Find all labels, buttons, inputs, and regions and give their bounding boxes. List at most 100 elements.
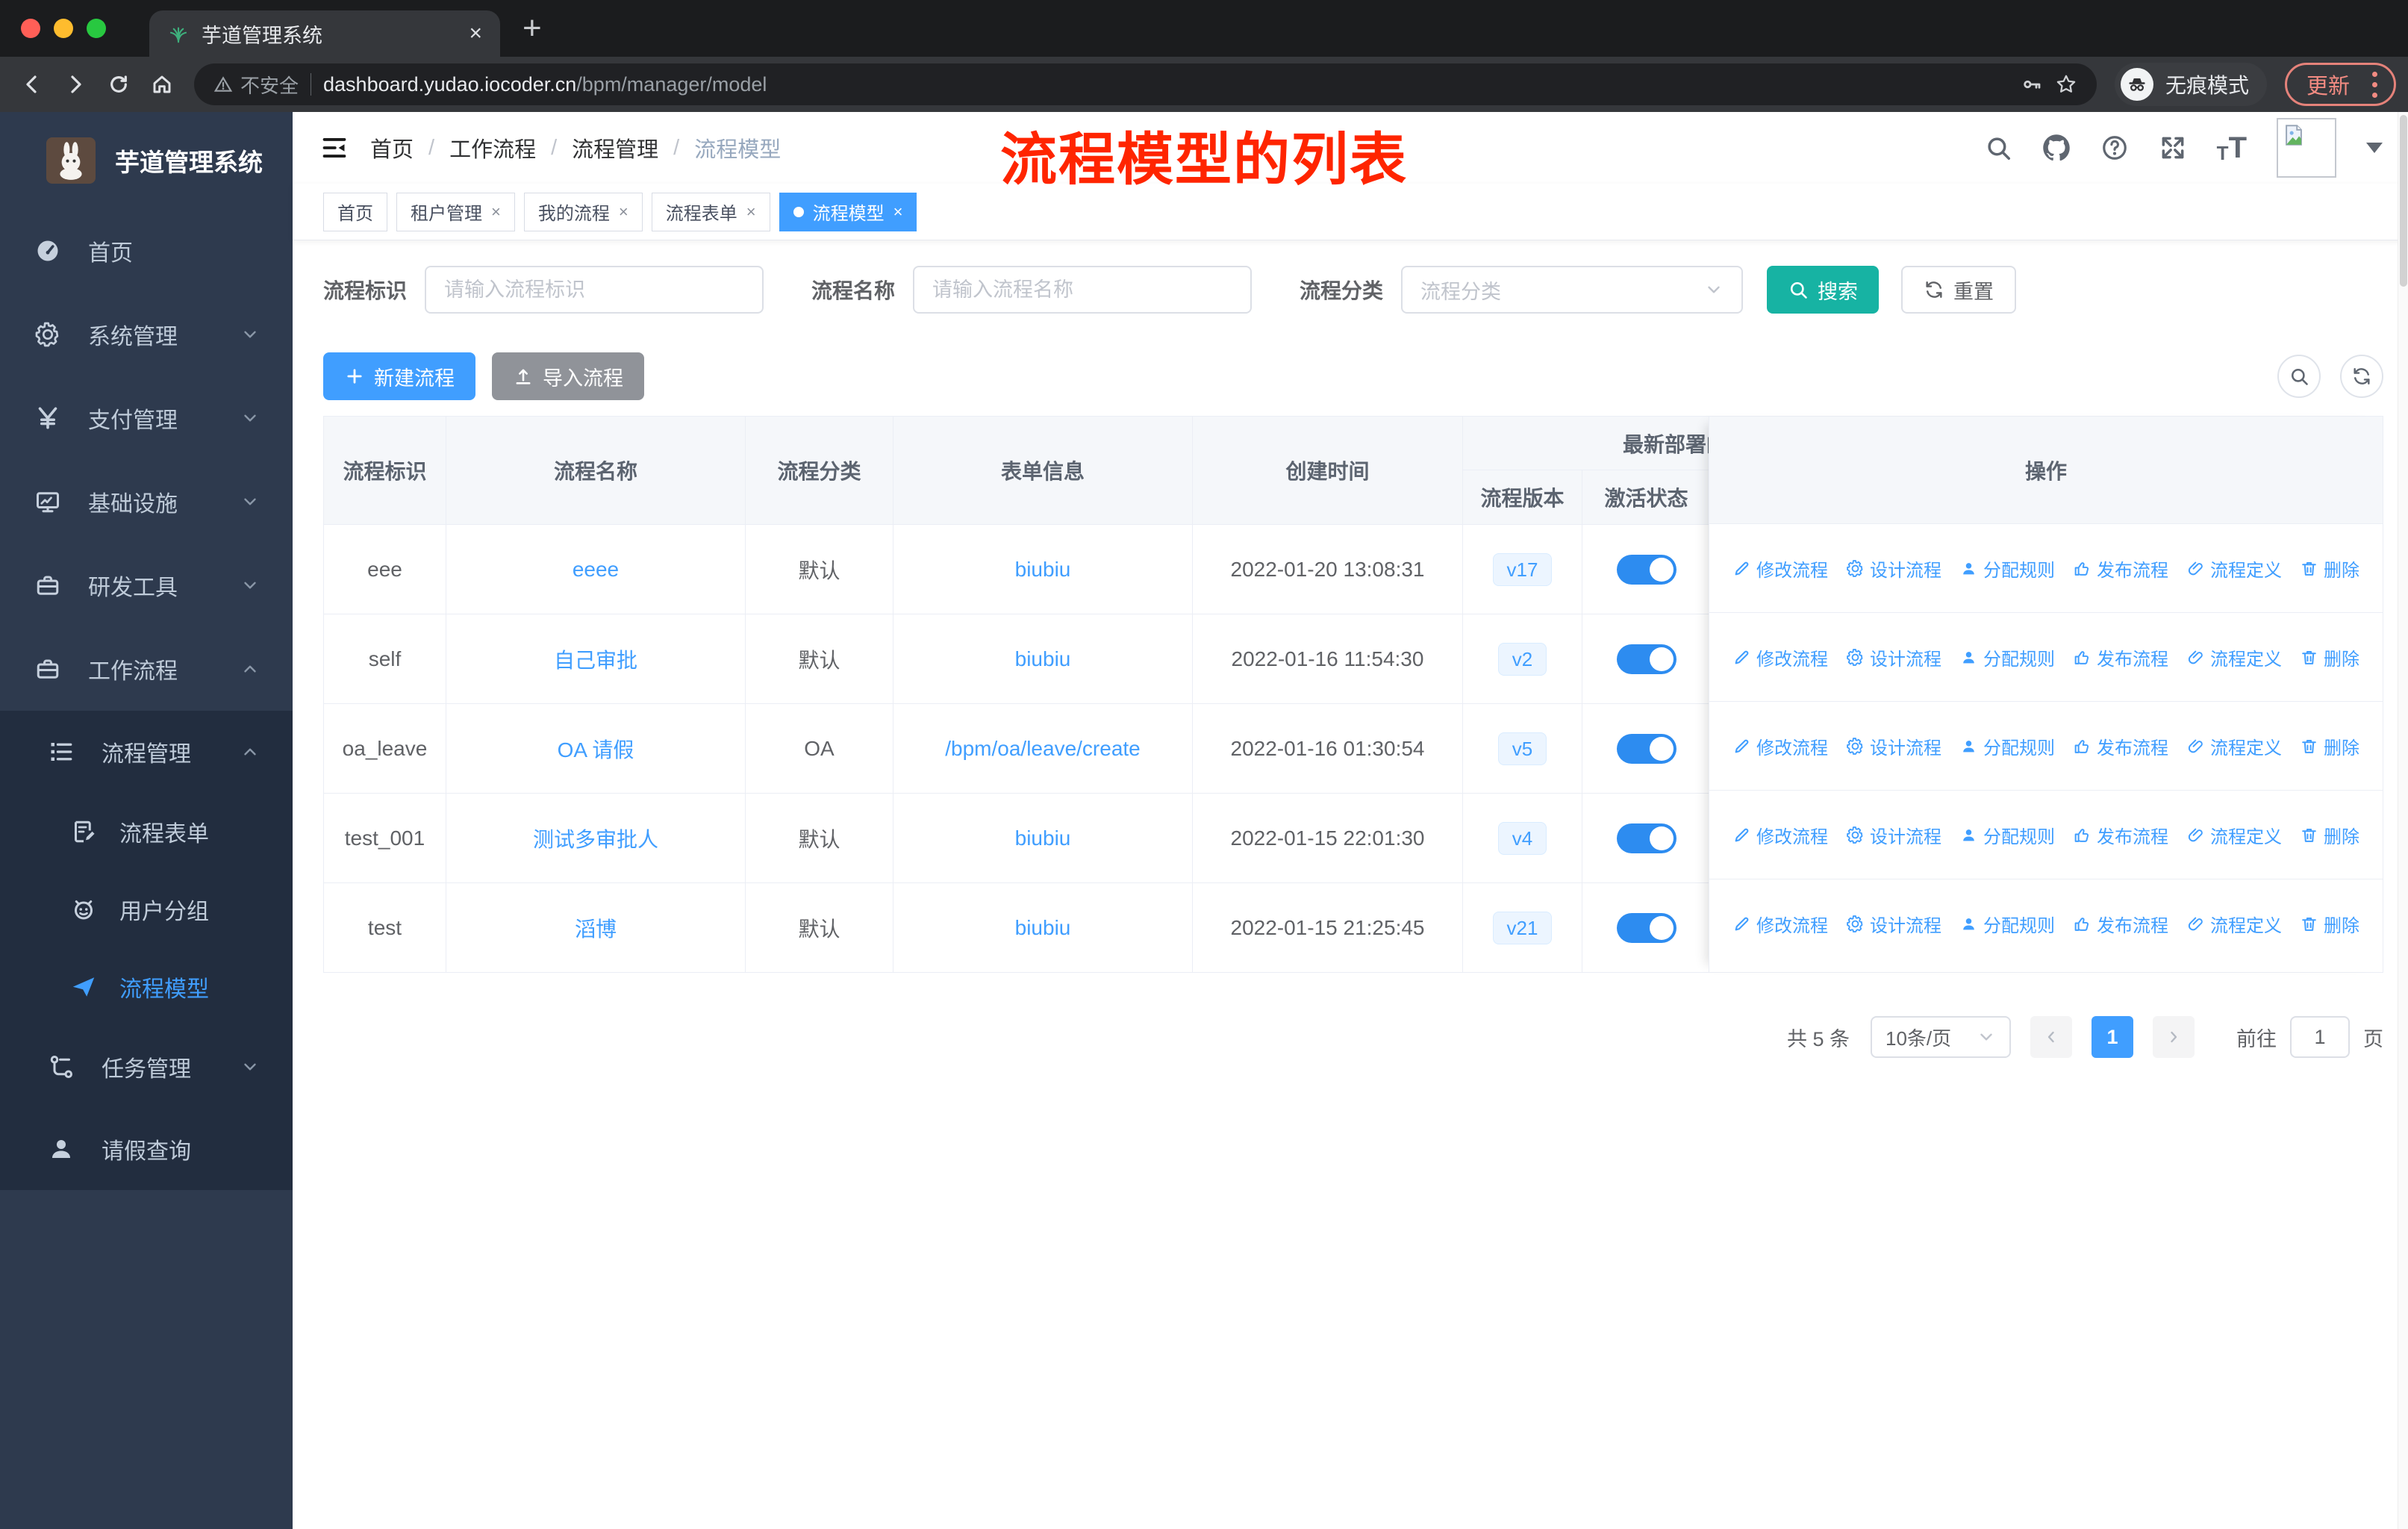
sidebar-item-user-group[interactable]: 用户分组 <box>0 871 293 948</box>
sidebar-item-system[interactable]: 系统管理 <box>0 293 293 376</box>
search-button[interactable]: 搜索 <box>1767 266 1880 314</box>
goto-page-input[interactable] <box>2290 1016 2350 1058</box>
close-icon[interactable]: × <box>893 203 903 220</box>
sidebar-collapse-icon[interactable] <box>312 125 357 170</box>
delete-link[interactable]: 删除 <box>2300 644 2359 670</box>
assign-rule-link[interactable]: 分配规则 <box>1959 644 2055 670</box>
assign-rule-link[interactable]: 分配规则 <box>1959 911 2055 937</box>
page-number-1[interactable]: 1 <box>2092 1016 2133 1058</box>
reset-button[interactable]: 重置 <box>1901 266 2017 314</box>
sidebar-item-devtools[interactable]: 研发工具 <box>0 544 293 627</box>
design-process-link[interactable]: 设计流程 <box>1846 644 1941 670</box>
edit-process-link[interactable]: 修改流程 <box>1732 911 1828 937</box>
assign-rule-link[interactable]: 分配规则 <box>1959 555 2055 582</box>
password-key-icon[interactable] <box>2021 73 2043 96</box>
sidebar-item-process-mgmt[interactable]: 流程管理 <box>0 711 293 793</box>
tag-tenant[interactable]: 租户管理 × <box>396 192 515 231</box>
page-size-select[interactable]: 10条/页 <box>1871 1016 2011 1058</box>
publish-process-link[interactable]: 发布流程 <box>2073 911 2168 937</box>
close-icon[interactable]: × <box>491 203 501 220</box>
breadcrumb-process-mgmt[interactable]: 流程管理 <box>572 132 658 164</box>
tag-process-model[interactable]: 流程模型 × <box>779 192 917 231</box>
page-scrollbar[interactable] <box>2398 112 2408 1529</box>
active-toggle[interactable] <box>1616 733 1676 764</box>
sidebar-item-task-mgmt[interactable]: 任务管理 <box>0 1026 293 1108</box>
form-info-link[interactable]: biubiu <box>1015 558 1071 582</box>
process-name-link[interactable]: OA 请假 <box>558 734 634 764</box>
close-icon[interactable]: × <box>619 203 628 220</box>
active-toggle[interactable] <box>1616 823 1676 853</box>
sidebar-item-home[interactable]: 首页 <box>0 209 293 293</box>
design-process-link[interactable]: 设计流程 <box>1846 733 1941 759</box>
close-icon[interactable]: × <box>746 203 756 220</box>
active-toggle[interactable] <box>1616 644 1676 674</box>
home-button[interactable] <box>142 64 182 105</box>
category-select[interactable]: 流程分类 <box>1401 266 1744 314</box>
bookmark-star-icon[interactable] <box>2055 73 2077 96</box>
edit-process-link[interactable]: 修改流程 <box>1732 733 1828 759</box>
forward-button[interactable] <box>55 64 96 105</box>
next-page-button[interactable] <box>2153 1016 2195 1058</box>
maximize-window-button[interactable] <box>87 19 106 38</box>
tab-close-icon[interactable]: × <box>469 22 482 45</box>
process-name-link[interactable]: 自己审批 <box>554 644 637 674</box>
sidebar-item-payment[interactable]: 支付管理 <box>0 376 293 460</box>
active-toggle[interactable] <box>1616 912 1676 943</box>
process-key-input[interactable] <box>425 266 764 314</box>
edit-process-link[interactable]: 修改流程 <box>1732 822 1828 848</box>
publish-process-link[interactable]: 发布流程 <box>2073 555 2168 582</box>
sidebar-item-leave-query[interactable]: 请假查询 <box>0 1108 293 1190</box>
refresh-table-button[interactable] <box>2340 355 2383 398</box>
app-logo-row[interactable]: 芋道管理系统 <box>0 112 293 209</box>
search-icon[interactable] <box>1984 134 2012 162</box>
edit-process-link[interactable]: 修改流程 <box>1732 555 1828 582</box>
active-toggle[interactable] <box>1616 554 1676 585</box>
delete-link[interactable]: 删除 <box>2300 822 2359 848</box>
address-bar[interactable]: 不安全 dashboard.yudao.iocoder.cn/bpm/manag… <box>194 63 2097 105</box>
browser-update-button[interactable]: 更新 <box>2284 63 2396 106</box>
scrollbar-thumb[interactable] <box>2400 115 2407 287</box>
process-definition-link[interactable]: 流程定义 <box>2186 555 2282 582</box>
publish-process-link[interactable]: 发布流程 <box>2073 822 2168 848</box>
new-tab-button[interactable]: + <box>523 12 542 45</box>
back-button[interactable] <box>12 64 52 105</box>
security-warning[interactable]: 不安全 <box>213 71 299 99</box>
publish-process-link[interactable]: 发布流程 <box>2073 644 2168 670</box>
form-info-link[interactable]: biubiu <box>1015 647 1071 671</box>
reload-button[interactable] <box>99 64 139 105</box>
form-info-link[interactable]: biubiu <box>1015 916 1071 940</box>
sidebar-item-infra[interactable]: 基础设施 <box>0 460 293 544</box>
process-definition-link[interactable]: 流程定义 <box>2186 911 2282 937</box>
breadcrumb-home[interactable]: 首页 <box>370 132 414 164</box>
process-definition-link[interactable]: 流程定义 <box>2186 644 2282 670</box>
delete-link[interactable]: 删除 <box>2300 911 2359 937</box>
design-process-link[interactable]: 设计流程 <box>1846 555 1941 582</box>
import-process-button[interactable]: 导入流程 <box>492 352 644 400</box>
sidebar-item-process-model[interactable]: 流程模型 <box>0 948 293 1026</box>
minimize-window-button[interactable] <box>54 19 73 38</box>
browser-menu-icon[interactable] <box>2366 71 2383 98</box>
delete-link[interactable]: 删除 <box>2300 733 2359 759</box>
edit-process-link[interactable]: 修改流程 <box>1732 644 1828 670</box>
sidebar-item-process-form[interactable]: 流程表单 <box>0 793 293 871</box>
tag-process-form[interactable]: 流程表单 × <box>651 192 770 231</box>
avatar-caret-icon[interactable] <box>2366 143 2383 153</box>
create-process-button[interactable]: 新建流程 <box>323 352 475 400</box>
breadcrumb-workflow[interactable]: 工作流程 <box>449 132 536 164</box>
delete-link[interactable]: 删除 <box>2300 555 2359 582</box>
font-size-icon[interactable]: TT <box>2217 131 2247 165</box>
tag-my-process[interactable]: 我的流程 × <box>523 192 643 231</box>
process-name-link[interactable]: eeee <box>573 558 619 582</box>
fullscreen-icon[interactable] <box>2159 134 2187 162</box>
process-name-link[interactable]: 测试多审批人 <box>533 823 658 853</box>
process-name-link[interactable]: 滔博 <box>575 913 617 943</box>
assign-rule-link[interactable]: 分配规则 <box>1959 733 2055 759</box>
tag-home[interactable]: 首页 <box>323 192 387 231</box>
avatar[interactable] <box>2277 118 2336 178</box>
process-definition-link[interactable]: 流程定义 <box>2186 733 2282 759</box>
prev-page-button[interactable] <box>2030 1016 2072 1058</box>
help-icon[interactable] <box>2100 134 2129 162</box>
github-icon[interactable] <box>2042 134 2071 162</box>
design-process-link[interactable]: 设计流程 <box>1846 822 1941 848</box>
sidebar-item-workflow[interactable]: 工作流程 <box>0 627 293 711</box>
